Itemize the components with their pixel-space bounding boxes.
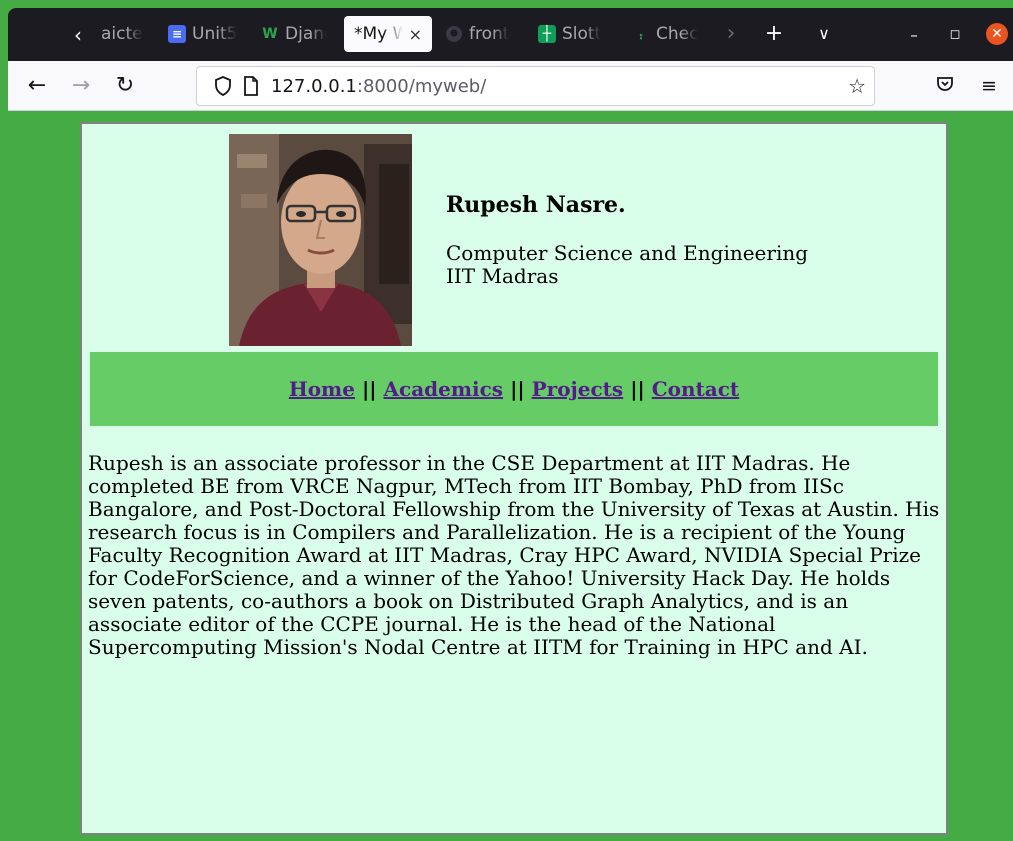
bio-paragraph: Rupesh is an associate professor in the …	[88, 451, 940, 659]
github-icon	[445, 25, 463, 43]
department-text: Computer Science and Engineering	[446, 241, 809, 265]
hamburger-menu-icon[interactable]: ≡	[977, 74, 1001, 98]
profile-name: Rupesh Nasre.	[446, 192, 626, 218]
minimize-icon[interactable]: –	[903, 24, 925, 46]
profile-affiliation: Computer Science and Engineering IIT Mad…	[446, 242, 808, 288]
docs-icon: ≡	[168, 25, 186, 43]
nav-link-academics[interactable]: Academics	[384, 377, 504, 401]
profile-photo	[229, 134, 412, 346]
tab-scroll-left-icon[interactable]: ‹	[66, 23, 90, 47]
tab-label: Slott	[562, 24, 602, 44]
nav-separator: ||	[361, 377, 377, 401]
tab-label: Chec	[656, 24, 699, 44]
list-tabs-chevron-down-icon[interactable]: ∨	[810, 22, 838, 46]
tab-django[interactable]: W Djang	[261, 16, 327, 52]
nav-separator: ||	[630, 377, 645, 401]
tab-aicte[interactable]: aicte	[101, 16, 145, 52]
tab-my-web[interactable]: *My W ×	[344, 16, 432, 52]
tab-front[interactable]: front	[445, 16, 515, 52]
reload-icon[interactable]: ↻	[113, 74, 137, 98]
tab-label: *My W	[354, 24, 403, 44]
tab-unit5[interactable]: ≡ Unit5	[168, 16, 238, 52]
sheets-icon: ┼	[538, 25, 556, 43]
pocket-icon[interactable]	[933, 74, 957, 98]
link-icon: ⹎	[639, 28, 643, 43]
tab-scroll-right-icon[interactable]: ›	[717, 22, 745, 46]
page-icon[interactable]	[241, 76, 261, 96]
navigation-toolbar: ← → ↻ 127.0.0.1:8000/myweb/ ☆ ≡	[8, 61, 1013, 111]
shield-icon[interactable]	[213, 76, 233, 96]
w-icon: W	[262, 26, 278, 42]
tab-label: Djang	[285, 24, 327, 44]
maximize-icon[interactable]: ◻	[944, 24, 966, 46]
nav-link-contact[interactable]: Contact	[652, 377, 739, 401]
tab-label: Unit5	[192, 24, 238, 44]
tab-chec[interactable]: ⹎ Chec	[632, 16, 706, 52]
tab-strip: ‹ aicte ≡ Unit5 W Djang *My W × front ┼ …	[8, 8, 1013, 61]
url-host: 127.0.0.1	[271, 76, 357, 97]
url-bar[interactable]: 127.0.0.1:8000/myweb/ ☆	[196, 66, 875, 106]
nav-link-projects[interactable]: Projects	[532, 377, 624, 401]
site-navigation: Home || Academics || Projects || Contact	[90, 352, 938, 426]
tab-slott[interactable]: ┼ Slott	[538, 16, 610, 52]
bookmark-star-icon[interactable]: ☆	[848, 75, 866, 97]
nav-link-home[interactable]: Home	[289, 377, 355, 401]
url-text[interactable]: 127.0.0.1:8000/myweb/	[271, 76, 486, 98]
back-arrow-icon[interactable]: ←	[25, 74, 49, 98]
institute-text: IIT Madras	[446, 264, 559, 288]
tab-label: front	[469, 24, 510, 44]
window-close-icon[interactable]: ✕	[986, 23, 1008, 45]
tab-close-icon[interactable]: ×	[409, 25, 422, 44]
url-path: :8000/myweb/	[356, 76, 487, 97]
forward-arrow-icon[interactable]: →	[69, 74, 93, 98]
tab-label: aicte	[101, 24, 143, 44]
nav-separator: ||	[510, 377, 525, 401]
content-frame: Rupesh Nasre. Computer Science and Engin…	[80, 122, 948, 835]
new-tab-plus-icon[interactable]: +	[760, 22, 788, 46]
